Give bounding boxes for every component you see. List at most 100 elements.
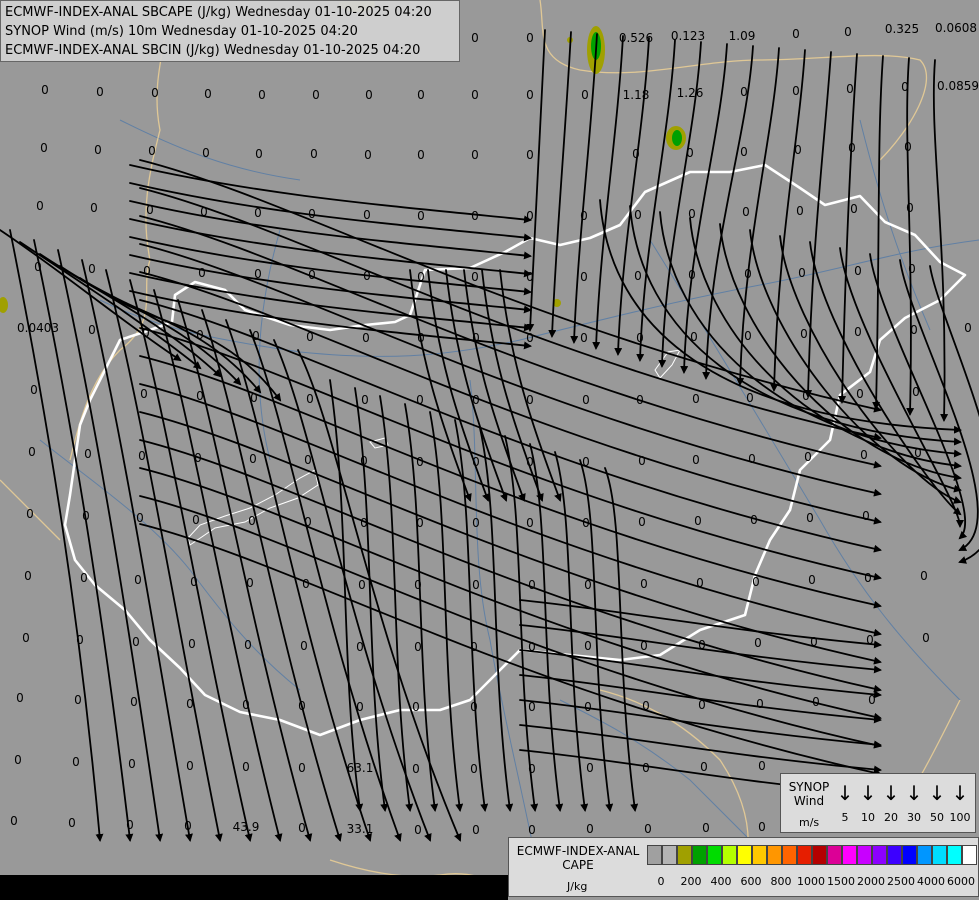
map-value-label: 0 <box>744 329 752 343</box>
map-value-label: 0.0403 <box>17 321 59 335</box>
map-value-label: 0 <box>132 635 140 649</box>
map-value-label: 0 <box>90 201 98 215</box>
map-value-label: 0 <box>255 147 263 161</box>
map-value-label: 0 <box>306 330 314 344</box>
map-value-label: 0 <box>686 146 694 160</box>
map-value-label: 0 <box>584 639 592 653</box>
map-value-label: 0 <box>798 266 806 280</box>
map-value-label: 0 <box>581 88 589 102</box>
map-value-label: 0 <box>82 509 90 523</box>
map-value-label: 0 <box>920 569 928 583</box>
map-value-label: 0 <box>188 637 196 651</box>
map-value-label: 0 <box>470 762 478 776</box>
synop-wind-legend: SYNOP Wind m/s ↓ ↓ ↓ ↓ ↓ ↓ 5 10 20 30 50… <box>780 773 976 833</box>
cape-tick-label: 800 <box>770 875 792 888</box>
map-value-label: 0 <box>16 691 24 705</box>
map-value-label: 0 <box>36 199 44 213</box>
map-value-label: 0 <box>702 821 710 835</box>
cape-color-legend: ECMWF-INDEX-ANAL CAPE J/kg 0 200 400 600 800… <box>508 837 979 897</box>
map-value-label: 0 <box>528 823 536 837</box>
map-value-label: 0 <box>758 820 766 834</box>
map-value-label: 0 <box>582 455 590 469</box>
map-value-label: 0 <box>249 452 257 466</box>
map-value-label: 0 <box>363 269 371 283</box>
map-value-label: 0 <box>308 207 316 221</box>
map-value-label: 0 <box>248 514 256 528</box>
map-value-label: 0 <box>254 206 262 220</box>
map-value-label: 0 <box>740 85 748 99</box>
map-value-label: 0 <box>746 391 754 405</box>
map-value-label: 0 <box>142 326 150 340</box>
wind-barb-icon: ↓ <box>928 781 946 805</box>
map-value-label: 0 <box>744 267 752 281</box>
map-value-label: 0 <box>184 819 192 833</box>
map-bottom-strip <box>0 875 508 900</box>
map-value-label: 0 <box>242 760 250 774</box>
cape-tick-label: 2000 <box>857 875 885 888</box>
cape-tick-label: 400 <box>710 875 732 888</box>
map-value-label: 0 <box>417 209 425 223</box>
map-value-label: 0 <box>30 383 38 397</box>
map-value-label: 0 <box>470 700 478 714</box>
synop-legend-title-line2: Wind <box>793 794 825 808</box>
map-value-label: 0 <box>742 205 750 219</box>
cape-swatch <box>797 845 812 865</box>
cape-swatch <box>872 845 887 865</box>
map-value-label: 0 <box>72 755 80 769</box>
map-value-label: 0 <box>526 393 534 407</box>
map-value-label: 0 <box>750 513 758 527</box>
map-value-label: 0 <box>417 270 425 284</box>
map-value-label: 1.18 <box>623 88 650 102</box>
map-value-label: 0 <box>471 270 479 284</box>
weather-map[interactable]: 0 0 0.526 0.123 1.09 0 0 0.325 0.0608 0 0 0 0 0 0 0 0 0 0 0… <box>0 0 979 900</box>
map-value-label: 0 <box>358 578 366 592</box>
map-value-label: 0 <box>690 330 698 344</box>
wind-barb-icon: ↓ <box>951 781 969 805</box>
map-value-label: 0 <box>754 636 762 650</box>
wind-speed-label: 30 <box>907 811 921 824</box>
cape-swatch <box>647 845 662 865</box>
map-value-label: 0 <box>471 209 479 223</box>
map-value-label: 0 <box>143 264 151 278</box>
map-value-label: 0 <box>196 328 204 342</box>
map-value-label: 0 <box>414 823 422 837</box>
wind-barb-icon: ↓ <box>905 781 923 805</box>
map-value-label: 0 <box>244 638 252 652</box>
map-value-label: 0 <box>700 760 708 774</box>
map-value-label: 0 <box>308 268 316 282</box>
cape-cell-east-core <box>672 130 682 146</box>
map-value-label: 0 <box>922 631 930 645</box>
map-value-label: 0 <box>584 700 592 714</box>
cape-swatch <box>782 845 797 865</box>
map-value-label: 0 <box>528 762 536 776</box>
cape-legend-unit: J/kg <box>567 880 588 893</box>
map-value-label: 0 <box>306 392 314 406</box>
map-value-label: 0 <box>14 753 22 767</box>
map-value-label: 0 <box>84 447 92 461</box>
map-value-label: 0 <box>40 141 48 155</box>
map-value-label: 0 <box>88 262 96 276</box>
cape-tick-label: 6000 <box>947 875 975 888</box>
map-value-label: 0 <box>194 451 202 465</box>
map-value-label: 0 <box>356 640 364 654</box>
map-value-label: 0 <box>88 323 96 337</box>
map-value-label: 0 <box>472 823 480 837</box>
map-value-label: 0 <box>740 145 748 159</box>
map-value-label: 0 <box>526 331 534 345</box>
map-value-label: 0 <box>96 85 104 99</box>
map-value-label: 0 <box>128 757 136 771</box>
map-value-label: 0 <box>848 141 856 155</box>
map-value-label: 0 <box>850 202 858 216</box>
map-value-label: 0 <box>417 88 425 102</box>
map-value-label: 1.09 <box>729 29 756 43</box>
header-sbcin-line: ECMWF-INDEX-ANAL SBCIN (J/kg) Wednesday … <box>5 43 421 58</box>
map-value-label: 0 <box>964 321 972 335</box>
map-value-label: 0 <box>186 697 194 711</box>
synop-legend-title-line1: SYNOP <box>788 780 830 794</box>
cape-legend-title-line1: ECMWF-INDEX-ANAL <box>516 844 640 858</box>
map-value-label: 0 <box>470 640 478 654</box>
map-value-label: 0 <box>526 31 534 45</box>
map-value-label: 0 <box>76 633 84 647</box>
map-value-label: 0 <box>846 82 854 96</box>
map-value-label: 0 <box>800 327 808 341</box>
